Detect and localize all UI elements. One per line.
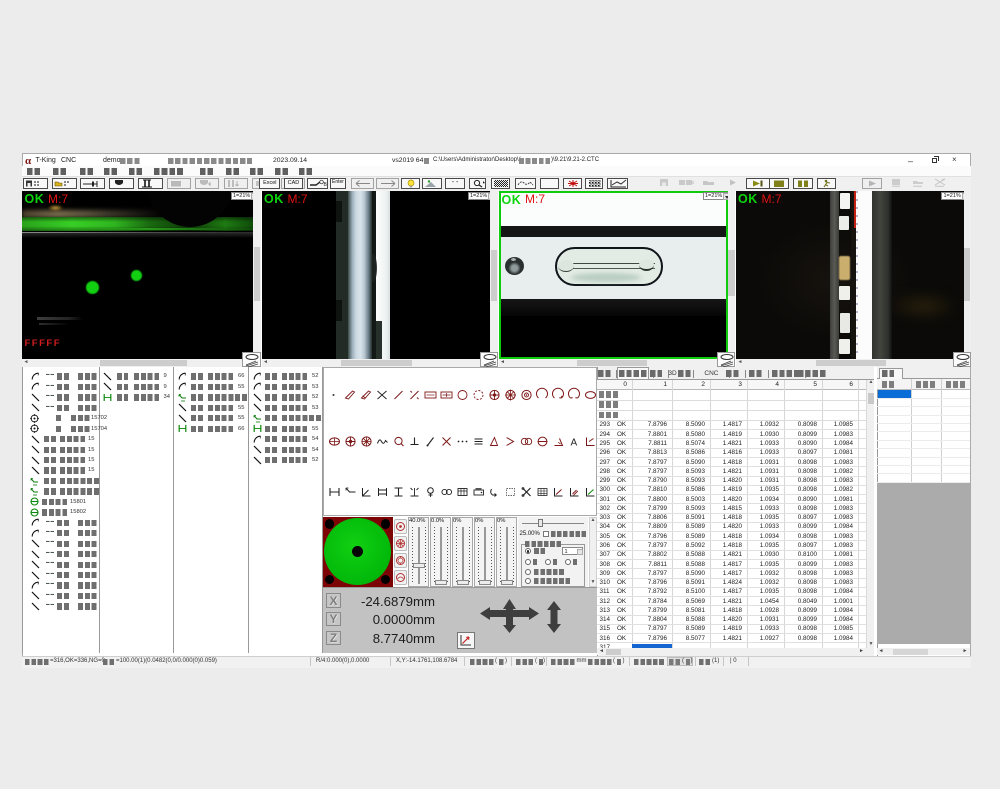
svg-text:A: A [570,438,577,449]
svg-text:B: B [323,182,327,188]
